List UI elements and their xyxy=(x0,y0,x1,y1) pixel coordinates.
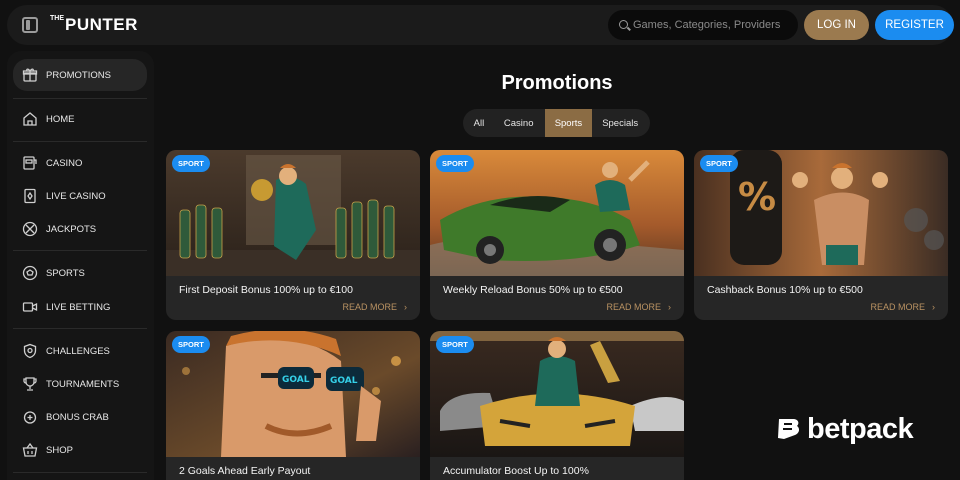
promo-card-title: Accumulator Boost Up to 100% xyxy=(443,465,589,477)
sidebar-item-sports[interactable]: SPORTS xyxy=(13,257,147,289)
card-icon xyxy=(22,188,38,204)
promo-card-first-deposit[interactable]: SPORT First Deposit Bonus 100% up to €10… xyxy=(166,150,420,320)
sidebar: PROMOTIONS HOME CASINO LIVE CASINO JACKP… xyxy=(7,51,154,480)
sidebar-item-label: SPORTS xyxy=(46,267,85,279)
top-header: THEPUNTER LOG IN REGISTER xyxy=(7,5,954,45)
watermark-text: betpack xyxy=(807,412,914,445)
promo-card-cashback[interactable]: % SPORT Cashback Bonus 10% up to €500 RE… xyxy=(694,150,948,320)
tab-specials[interactable]: Specials xyxy=(592,109,648,137)
betpack-watermark: betpack xyxy=(776,412,914,446)
register-button[interactable]: REGISTER xyxy=(875,10,954,40)
chevron-right-icon: › xyxy=(932,302,935,312)
glasses-goal-text: GOAL xyxy=(330,376,358,386)
video-camera-icon xyxy=(22,299,38,315)
glasses-goal-text: GOAL xyxy=(282,375,310,385)
tab-all[interactable]: All xyxy=(465,109,493,137)
site-logo[interactable]: THEPUNTER xyxy=(50,15,138,35)
read-more-label: READ MORE xyxy=(870,302,925,312)
sidebar-divider xyxy=(13,98,147,99)
trophy-icon xyxy=(22,376,38,392)
gift-icon xyxy=(22,67,38,83)
sidebar-item-label: LIVE BETTING xyxy=(46,301,111,313)
challenge-shield-icon xyxy=(22,343,38,359)
promo-card-title: First Deposit Bonus 100% up to €100 xyxy=(179,284,353,296)
search-box[interactable] xyxy=(608,10,798,40)
chevron-right-icon: › xyxy=(668,302,671,312)
promo-card-title: Weekly Reload Bonus 50% up to €500 xyxy=(443,284,623,296)
login-button[interactable]: LOG IN xyxy=(804,10,869,40)
promo-card-accumulator-boost[interactable]: SPORT Accumulator Boost Up to 100% xyxy=(430,331,684,480)
sidebar-item-label: PROMOTIONS xyxy=(46,69,111,81)
betpack-logo-icon xyxy=(778,419,800,439)
sidebar-item-tournaments[interactable]: TOURNAMENTS xyxy=(13,368,147,400)
sidebar-item-label: CASINO xyxy=(46,157,83,169)
sidebar-item-home[interactable]: HOME xyxy=(13,103,147,135)
sport-badge: SPORT xyxy=(436,336,474,353)
promotion-category-tabs: All Casino Sports Specials xyxy=(463,109,650,137)
tab-casino[interactable]: Casino xyxy=(493,109,545,137)
promo-card-title: 2 Goals Ahead Early Payout xyxy=(179,465,311,477)
sidebar-item-shop[interactable]: SHOP xyxy=(13,434,147,466)
sidebar-item-label: JACKPOTS xyxy=(46,223,97,235)
home-icon xyxy=(22,111,38,127)
promo-card-weekly-reload[interactable]: SPORT Weekly Reload Bonus 50% up to €500… xyxy=(430,150,684,320)
read-more-link[interactable]: READ MORE › xyxy=(342,302,407,312)
read-more-link[interactable]: READ MORE › xyxy=(870,302,935,312)
sidebar-item-label: LIVE CASINO xyxy=(46,190,106,202)
read-more-label: READ MORE xyxy=(606,302,661,312)
sidebar-item-label: SHOP xyxy=(46,444,73,456)
basket-icon xyxy=(22,442,38,458)
sport-badge: SPORT xyxy=(436,155,474,172)
crab-icon xyxy=(22,409,38,425)
sidebar-divider xyxy=(13,250,147,251)
read-more-link[interactable]: READ MORE › xyxy=(606,302,671,312)
sidebar-item-live-betting[interactable]: LIVE BETTING xyxy=(13,291,147,323)
sidebar-item-jackpots[interactable]: JACKPOTS xyxy=(13,213,147,245)
search-input[interactable] xyxy=(633,17,793,33)
jackpot-icon xyxy=(22,221,38,237)
tab-sports[interactable]: Sports xyxy=(544,109,593,137)
sidebar-item-promotions[interactable]: PROMOTIONS xyxy=(13,59,147,91)
sidebar-divider xyxy=(13,472,147,473)
sidebar-item-label: CHALLENGES xyxy=(46,345,110,357)
sidebar-item-casino[interactable]: CASINO xyxy=(13,147,147,179)
logo-text: PUNTER xyxy=(65,15,138,34)
sidebar-item-label: TOURNAMENTS xyxy=(46,378,120,390)
logo-prefix: THE xyxy=(50,15,64,22)
search-icon xyxy=(619,20,628,29)
sidebar-item-live-casino[interactable]: LIVE CASINO xyxy=(13,180,147,212)
promo-card-title: Cashback Bonus 10% up to €500 xyxy=(707,284,863,296)
sport-badge: SPORT xyxy=(172,155,210,172)
sidebar-item-label: BONUS CRAB xyxy=(46,411,109,423)
sport-badge: SPORT xyxy=(172,336,210,353)
sidebar-toggle-icon[interactable] xyxy=(22,17,38,33)
page-title: Promotions xyxy=(501,72,613,94)
sport-badge: SPORT xyxy=(700,155,738,172)
chevron-right-icon: › xyxy=(404,302,407,312)
read-more-label: READ MORE xyxy=(342,302,397,312)
promo-card-2-goals-ahead[interactable]: GOAL GOAL SPORT 2 Goals Ahead Early Payo… xyxy=(166,331,420,480)
svg-text:%: % xyxy=(738,175,776,219)
sidebar-divider xyxy=(13,141,147,142)
slot-machine-icon xyxy=(22,155,38,171)
sidebar-item-label: HOME xyxy=(46,113,75,125)
sidebar-item-bonus-crab[interactable]: BONUS CRAB xyxy=(13,401,147,433)
sidebar-divider xyxy=(13,328,147,329)
sidebar-item-challenges[interactable]: CHALLENGES xyxy=(13,335,147,367)
soccer-ball-icon xyxy=(22,265,38,281)
